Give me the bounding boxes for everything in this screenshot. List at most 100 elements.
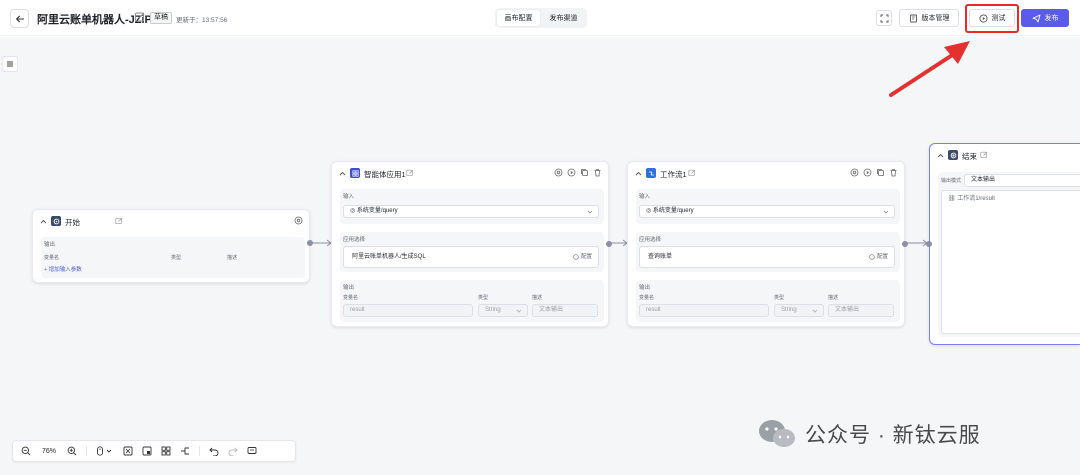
layout-button[interactable] <box>161 446 171 456</box>
agent-app-node[interactable]: 智能体应用1 输入 ◎ 系统变量/query 应用选择 阿里云账单机器人/生成S… <box>331 161 612 327</box>
input-variable-select[interactable]: ◎ 系统变量/query <box>343 205 599 218</box>
input-variable-select[interactable]: ◎ 系统变量/query <box>639 205 895 218</box>
node-header: 结束 <box>930 144 1080 168</box>
copy-icon[interactable] <box>580 168 589 177</box>
tab-publish-channel[interactable]: 发布渠道 <box>542 10 585 26</box>
run-icon[interactable] <box>567 168 576 177</box>
edit-title-icon[interactable] <box>134 11 146 23</box>
app-value: 查询账单 <box>648 254 673 260</box>
fullscreen-button[interactable] <box>876 10 892 26</box>
output-mode-section: 输出模式 文本输出 ⛓ 工作流1/result <box>938 172 1080 337</box>
mouse-icon <box>97 446 112 456</box>
output-mode-label: 输出模式 <box>941 178 962 184</box>
send-icon <box>1032 14 1040 22</box>
app-select-section: 应用选择 阿里云账单机器人/生成SQL 配置 <box>340 232 604 272</box>
config-label: 配置 <box>580 254 592 260</box>
output-handle[interactable] <box>606 241 612 247</box>
zoom-out-button[interactable] <box>21 446 31 456</box>
edit-icon[interactable] <box>115 217 123 225</box>
chevron-down-icon <box>812 309 818 313</box>
config-button[interactable]: 配置 <box>869 247 888 267</box>
edit-icon[interactable] <box>406 169 414 177</box>
output-content-editor[interactable]: ⛓ 工作流1/result <box>941 190 1080 334</box>
output-section: 输出 变量名 类型 描述 result String 文本输出 <box>340 280 604 322</box>
app-select-field[interactable]: 阿里云账单机器人/生成SQL 配置 <box>343 246 599 268</box>
chevron-up-icon[interactable] <box>937 152 944 159</box>
run-icon[interactable] <box>863 168 872 177</box>
input-label: 输入 <box>343 194 355 200</box>
status-badge: 草稿 <box>150 12 172 24</box>
node-tools <box>554 168 602 177</box>
output-type-select: String <box>478 304 528 317</box>
gear-icon <box>573 254 579 260</box>
add-input-param-button[interactable]: + 增加输入参数 <box>44 265 82 273</box>
col-type: 类型 <box>478 295 489 301</box>
toolbar-divider <box>199 446 200 456</box>
output-desc-field: 文本输出 <box>828 304 894 317</box>
output-label: 输出 <box>343 285 355 291</box>
branch-icon <box>181 447 189 455</box>
output-mode-select[interactable]: 文本输出 <box>964 174 1080 187</box>
workflow-node[interactable]: 工作流1 输入 ◎ 系统变量/query 应用选择 查询账单 配置 输出 变量名… <box>627 161 908 327</box>
node-header: 工作流1 <box>628 162 904 186</box>
redo-icon <box>228 447 238 456</box>
copy-icon[interactable] <box>876 168 885 177</box>
settings-icon[interactable] <box>294 216 303 225</box>
chevron-up-icon[interactable] <box>40 218 47 225</box>
fit-view-icon <box>123 446 133 456</box>
input-section: 输入 ◎ 系统变量/query <box>636 189 900 224</box>
focus-icon <box>880 14 888 22</box>
updated-time: 更新于：13:57:56 <box>176 17 228 24</box>
output-handle[interactable] <box>902 241 908 247</box>
start-node[interactable]: 开始 输出 变量名 类型 描述 + 增加输入参数 <box>32 209 313 283</box>
canvas-toolbar: 76% <box>12 440 296 462</box>
chevron-down-icon <box>516 309 522 313</box>
delete-icon[interactable] <box>889 168 898 177</box>
settings-icon[interactable] <box>554 168 563 177</box>
version-manage-button[interactable]: 版本管理 <box>899 9 959 27</box>
version-label: 版本管理 <box>921 15 950 22</box>
col-desc: 描述 <box>532 295 543 301</box>
output-section: 输出 变量名 类型 描述 result String 文本输出 <box>636 280 900 322</box>
undo-button[interactable] <box>209 446 219 456</box>
edit-icon[interactable] <box>980 151 988 159</box>
config-button[interactable]: 配置 <box>573 247 592 267</box>
publish-label: 发布 <box>1044 15 1059 22</box>
config-tabs: 画布配置 发布渠道 <box>495 8 587 28</box>
fit-view-button[interactable] <box>123 446 133 456</box>
col-var-name: 变量名 <box>44 255 60 261</box>
input-handle[interactable] <box>926 241 932 247</box>
output-section: 输出 变量名 类型 描述 + 增加输入参数 <box>41 237 305 278</box>
sidebar-toggle[interactable] <box>2 56 18 72</box>
node-header: 智能体应用1 <box>332 162 608 186</box>
add-param-label: 增加输入参数 <box>48 267 82 273</box>
gear-icon <box>869 254 875 260</box>
zoom-in-button[interactable] <box>67 446 77 456</box>
node-title: 开始 <box>65 218 80 227</box>
chevron-up-icon[interactable] <box>635 170 642 177</box>
col-desc: 描述 <box>227 255 238 261</box>
end-node[interactable]: 结束 输出模式 文本输出 ⛓ 工作流1/result <box>926 143 1080 345</box>
arrow-left-icon <box>15 15 24 22</box>
publish-button[interactable]: 发布 <box>1021 9 1069 27</box>
col-desc: 描述 <box>828 295 839 301</box>
app-value: 阿里云账单机器人/生成SQL <box>352 254 426 260</box>
minimap-button[interactable] <box>142 446 152 456</box>
tab-canvas-config[interactable]: 画布配置 <box>497 10 540 26</box>
delete-icon[interactable] <box>593 168 602 177</box>
output-handle[interactable] <box>307 240 313 246</box>
settings-icon[interactable] <box>850 168 859 177</box>
chevron-down-icon <box>587 210 593 214</box>
chevron-up-icon[interactable] <box>339 170 346 177</box>
comment-button[interactable] <box>247 446 257 456</box>
back-button[interactable] <box>10 9 29 28</box>
minimap-icon <box>142 446 152 456</box>
pointer-mode-button[interactable] <box>96 446 114 456</box>
menu-icon <box>7 61 13 67</box>
workflow-icon <box>646 168 656 178</box>
connector-style-button[interactable] <box>180 446 190 456</box>
app-select-label: 应用选择 <box>639 237 662 243</box>
redo-button[interactable] <box>228 446 238 456</box>
edit-icon[interactable] <box>688 169 696 177</box>
app-select-field[interactable]: 查询账单 配置 <box>639 246 895 268</box>
